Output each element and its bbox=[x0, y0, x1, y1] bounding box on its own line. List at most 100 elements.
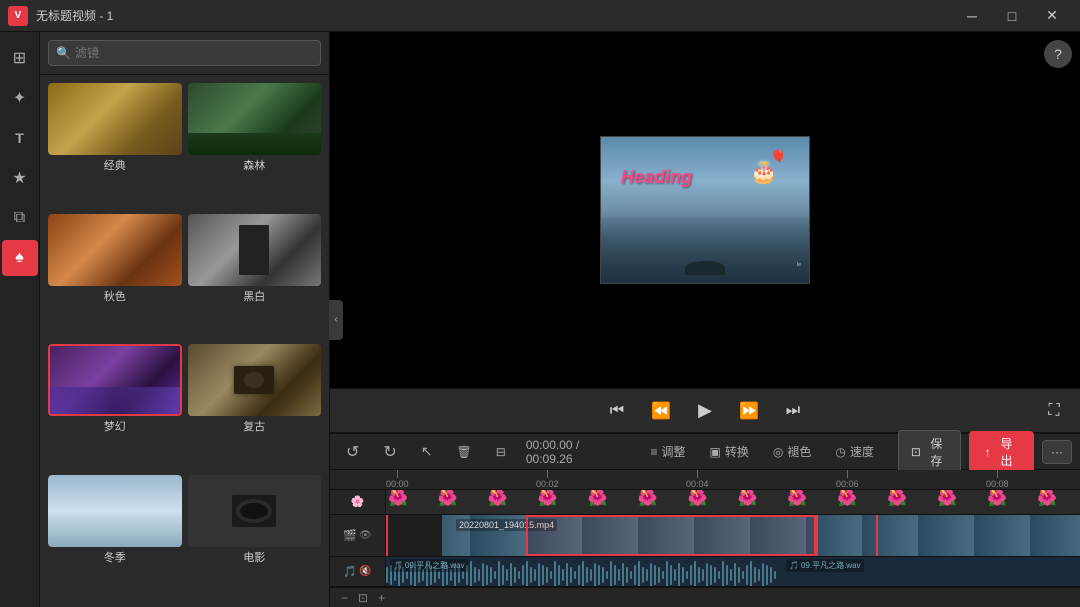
zoom-out-button[interactable]: − bbox=[338, 589, 351, 607]
timeline-ruler: 00:00 00:02 00:04 00:06 00:08 00:10 00:1… bbox=[330, 470, 1080, 490]
audio-mute-icon: 🔇 bbox=[359, 566, 371, 577]
delete-button[interactable]: 🗑 bbox=[449, 441, 480, 463]
play-button[interactable]: ▶ bbox=[691, 397, 719, 425]
video-track-content[interactable]: 20220801_194015.mp4 bbox=[386, 515, 1080, 557]
video-track-eye-icon: 👁 bbox=[359, 530, 372, 541]
skip-back-button[interactable]: ⏮ bbox=[603, 397, 631, 425]
transition-button[interactable]: ▣ 转换 bbox=[702, 439, 757, 464]
sidebar-item-transitions[interactable]: ⧉ bbox=[2, 200, 38, 236]
filter-item-forest[interactable]: 森林 bbox=[188, 83, 322, 208]
filter-thumb-classic bbox=[48, 83, 182, 155]
cursor-button[interactable]: ↖ bbox=[413, 439, 441, 464]
filter-thumb-vintage bbox=[188, 344, 322, 416]
redo-button[interactable]: ↻ bbox=[375, 438, 404, 466]
zoom-reset-button[interactable]: ⊡ bbox=[355, 589, 371, 607]
filter-item-cinema[interactable]: 电影 bbox=[188, 475, 322, 600]
filter-item-dream[interactable]: 梦幻 bbox=[48, 344, 182, 469]
rewind-button[interactable]: ⏪ bbox=[647, 397, 675, 425]
preview-bg: Heading 🎂 🎈 Ie bbox=[601, 137, 809, 283]
sidebar-item-media[interactable]: ⊞ bbox=[2, 40, 38, 76]
sidebar-item-effects[interactable]: ✦ bbox=[2, 80, 38, 116]
timeline-bottom-bar: − ⊡ + bbox=[330, 587, 1080, 607]
preview-area: Heading 🎂 🎈 Ie ? ⏮ bbox=[330, 32, 1080, 607]
preview-viewport: Heading 🎂 🎈 Ie ? bbox=[330, 32, 1080, 388]
sticker-track-icon: 🌸 bbox=[351, 495, 365, 508]
playback-controls: ⏮ ⏪ ▶ ⏩ ⏭ ⛶ bbox=[330, 388, 1080, 432]
sidebar: ⊞ ✦ T ★ ⧉ ♠ bbox=[0, 32, 40, 607]
filter-label-autumn: 秋色 bbox=[48, 288, 182, 306]
undo-button[interactable]: ↺ bbox=[338, 438, 367, 466]
speed-button[interactable]: ◷ 速度 bbox=[827, 439, 882, 464]
filter-label-forest: 森林 bbox=[188, 157, 322, 175]
audio-waveform-svg bbox=[386, 557, 1080, 586]
filter-thumb-dream bbox=[48, 344, 182, 416]
speed-label: 速度 bbox=[850, 443, 874, 460]
preview-heading: Heading bbox=[621, 167, 692, 188]
speed-icon: ◷ bbox=[835, 445, 845, 459]
fullscreen-button[interactable]: ⛶ bbox=[1040, 397, 1068, 425]
sticker-track-row: 🌸 🌺 🌺 🌺 🌺 🌺 🌺 🌺 bbox=[330, 490, 1080, 515]
audio-filename-1: 🎵 09.平凡之路.wav bbox=[390, 559, 468, 572]
more-options-button[interactable]: ··· bbox=[1042, 440, 1072, 464]
audio-track-icon: 🎵 bbox=[343, 565, 357, 578]
preview-cake-decoration: 🎂 🎈 bbox=[739, 147, 789, 197]
filter-thumb-forest bbox=[188, 83, 322, 155]
timeline-toolbar: ↺ ↻ ↖ 🗑 ⊟ 00:00.00 / 00:09.26 ≡ 调整 ▣ 转换 … bbox=[330, 434, 1080, 470]
zoom-in-button[interactable]: + bbox=[375, 589, 388, 607]
color-label: 褪色 bbox=[787, 443, 811, 460]
filter-item-vintage[interactable]: 复古 bbox=[188, 344, 322, 469]
filter-label-classic: 经典 bbox=[48, 157, 182, 175]
filter-label-dream: 梦幻 bbox=[48, 418, 182, 436]
adjust-icon: ≡ bbox=[650, 445, 657, 459]
panel-collapse-button[interactable]: ‹ bbox=[329, 300, 343, 340]
sidebar-item-sticker[interactable]: ★ bbox=[2, 160, 38, 196]
save-button[interactable]: ⊡ 保存 bbox=[898, 430, 961, 474]
audio-track-row: 🎵 🔇 bbox=[330, 557, 1080, 587]
adjust-label: 调整 bbox=[661, 443, 685, 460]
titlebar-title: 无标题视频 - 1 bbox=[36, 7, 113, 24]
ruler-mark-0: 00:00 bbox=[386, 470, 409, 489]
adjust-button[interactable]: ≡ 调整 bbox=[642, 439, 693, 464]
filter-thumb-winter bbox=[48, 475, 182, 547]
export-button[interactable]: ↑ 导出 bbox=[969, 431, 1034, 473]
color-icon: ◎ bbox=[773, 445, 783, 459]
sidebar-item-text[interactable]: T bbox=[2, 120, 38, 156]
audio-filename-2: 🎵 09.平凡之路.wav bbox=[786, 559, 864, 572]
filter-search-input[interactable] bbox=[48, 40, 321, 66]
close-button[interactable]: ✕ bbox=[1032, 0, 1072, 32]
audio-track-content[interactable]: 🎵 09.平凡之路.wav 🎵 09.平凡之路.wav bbox=[386, 557, 1080, 586]
fast-forward-button[interactable]: ⏩ bbox=[735, 397, 763, 425]
filter-label-cinema: 电影 bbox=[188, 549, 322, 567]
filter-thumb-autumn bbox=[48, 214, 182, 286]
color-button[interactable]: ◎ 褪色 bbox=[765, 439, 820, 464]
export-label: 导出 bbox=[995, 435, 1018, 469]
filter-thumb-bw bbox=[188, 214, 322, 286]
maximize-button[interactable]: □ bbox=[992, 0, 1032, 32]
sticker-track-content[interactable]: 🌺 🌺 🌺 🌺 🌺 🌺 🌺 🌺 🌺 🌺 🌺 bbox=[386, 490, 1080, 514]
filter-thumb-cinema bbox=[188, 475, 322, 547]
titlebar-controls: ─ □ ✕ bbox=[952, 0, 1072, 32]
filter-item-winter[interactable]: 冬季 bbox=[48, 475, 182, 600]
minimize-button[interactable]: ─ bbox=[952, 0, 992, 32]
filter-item-autumn[interactable]: 秋色 bbox=[48, 214, 182, 339]
video-track-icon: 🎬 bbox=[343, 529, 357, 542]
video-track-label: 🎬 👁 bbox=[330, 515, 386, 557]
video-track-row: 🎬 👁 20220801_194015.mp4 bbox=[330, 515, 1080, 558]
help-button[interactable]: ? bbox=[1044, 40, 1072, 68]
sidebar-item-filters[interactable]: ♠ bbox=[2, 240, 38, 276]
filter-grid: 经典 森林 秋色 bbox=[40, 75, 329, 607]
main-layout: ⊞ ✦ T ★ ⧉ ♠ 🔍 经典 bbox=[0, 32, 1080, 607]
split-button[interactable]: ⊟ bbox=[488, 441, 514, 463]
save-label: 保存 bbox=[925, 435, 948, 469]
ruler-mark-4: 00:08 bbox=[986, 470, 1009, 489]
app-icon: V bbox=[8, 6, 28, 26]
save-icon: ⊡ bbox=[911, 445, 921, 459]
sticker-track-label: 🌸 bbox=[330, 490, 386, 514]
transition-label: 转换 bbox=[725, 443, 749, 460]
filter-item-classic[interactable]: 经典 bbox=[48, 83, 182, 208]
skip-forward-button[interactable]: ⏭ bbox=[779, 397, 807, 425]
filter-item-bw[interactable]: 黑白 bbox=[188, 214, 322, 339]
ruler-mark-2: 00:04 bbox=[686, 470, 709, 489]
audio-track-label: 🎵 🔇 bbox=[330, 557, 386, 586]
export-icon: ↑ bbox=[985, 445, 991, 459]
